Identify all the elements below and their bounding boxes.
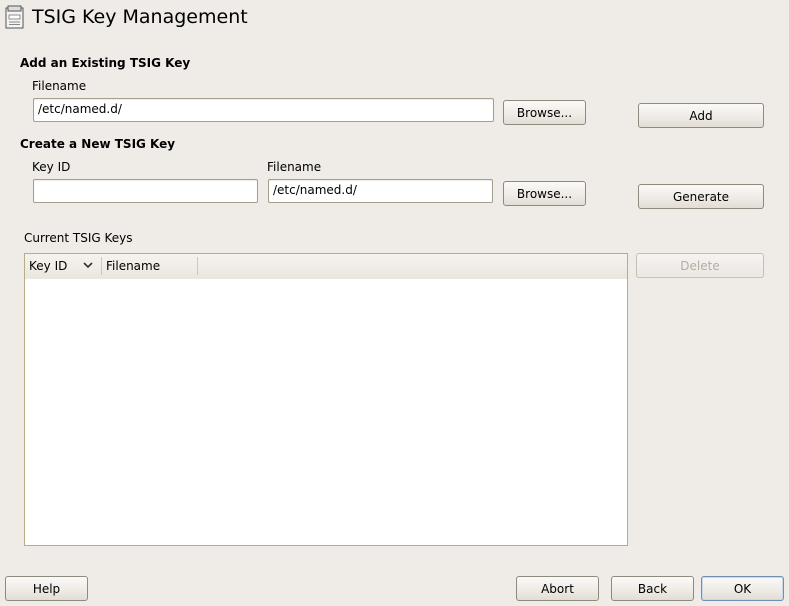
create-browse-button[interactable]: Browse... xyxy=(503,181,586,206)
add-filename-field[interactable]: /etc/named.d/ xyxy=(33,98,494,122)
key-id-label: Key ID xyxy=(32,160,71,174)
generate-button[interactable]: Generate xyxy=(638,184,764,209)
app-icon xyxy=(5,5,25,29)
delete-button[interactable]: Delete xyxy=(636,253,764,278)
ok-button[interactable]: OK xyxy=(701,576,784,601)
add-button[interactable]: Add xyxy=(638,103,764,128)
create-filename-label: Filename xyxy=(267,160,322,174)
key-id-field[interactable] xyxy=(33,179,258,203)
help-button[interactable]: Help xyxy=(5,576,88,601)
tsig-keys-table[interactable]: Key ID Filename xyxy=(24,253,628,546)
create-section-heading: Create a New TSIG Key xyxy=(20,137,176,151)
add-browse-button[interactable]: Browse... xyxy=(503,100,586,125)
back-button[interactable]: Back xyxy=(611,576,694,601)
current-keys-label: Current TSIG Keys xyxy=(24,231,133,245)
sort-chevron-down-icon xyxy=(83,262,93,269)
column-separator xyxy=(197,257,198,275)
table-header: Key ID Filename xyxy=(25,254,627,279)
add-section-heading: Add an Existing TSIG Key xyxy=(20,56,191,70)
column-header-filename[interactable]: Filename xyxy=(102,254,198,278)
create-filename-field[interactable]: /etc/named.d/ xyxy=(268,179,493,203)
page-title: TSIG Key Management xyxy=(32,6,248,28)
add-filename-label: Filename xyxy=(32,79,87,93)
abort-button[interactable]: Abort xyxy=(516,576,599,601)
